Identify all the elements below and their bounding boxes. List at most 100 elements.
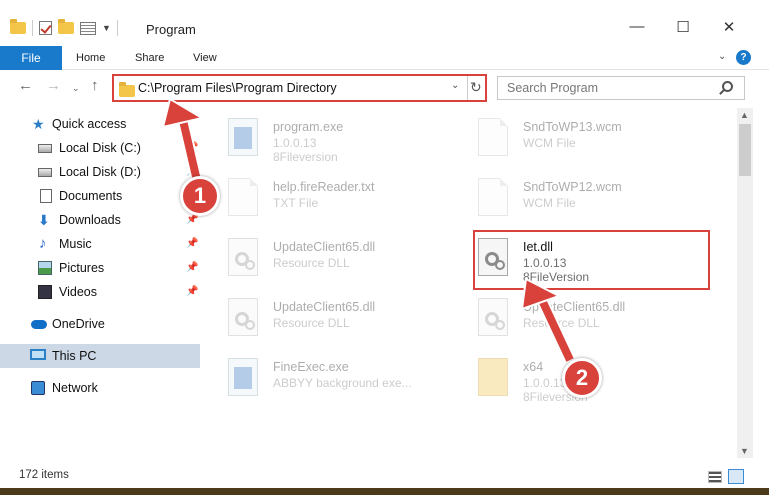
scroll-thumb[interactable] — [739, 124, 751, 176]
tab-file[interactable]: File — [0, 46, 62, 70]
tab-share[interactable]: Share — [135, 46, 164, 70]
file-item[interactable]: UpdateClient65.dll Resource DLL — [203, 232, 443, 280]
star-icon: ★ — [32, 116, 45, 132]
cloud-icon — [31, 320, 47, 329]
file-name: help.fireReader.txt — [273, 180, 375, 194]
file-item[interactable]: SndToWP13.wcm WCM File — [453, 112, 693, 160]
file-detail: TXT File — [273, 196, 319, 210]
file-detail: Resource DLL — [523, 316, 600, 330]
new-folder-icon[interactable] — [58, 19, 74, 34]
navigation-bar: ← → ⌄ ↑ C:\Program Files\Program Directo… — [0, 72, 769, 104]
file-detail: WCM File — [523, 136, 576, 150]
sidebar-item-label: Local Disk (C:) — [59, 141, 141, 155]
documents-icon — [40, 189, 52, 203]
pictures-icon — [38, 261, 52, 275]
refresh-icon[interactable]: ↻ — [470, 79, 482, 96]
minimize-button[interactable]: — — [614, 18, 660, 35]
file-detail: 1.0.0.13 — [273, 136, 317, 150]
sidebar-item-documents[interactable]: Documents 📌 — [0, 184, 200, 208]
film-icon — [38, 285, 52, 299]
scroll-down-icon[interactable]: ▼ — [740, 446, 749, 456]
sidebar-item-network[interactable]: Network — [0, 376, 200, 400]
file-detail: ABBYY background exe... — [273, 376, 412, 390]
file-name: x64 — [523, 360, 544, 374]
file-explorer-window: ▼ Program — ☐ ✕ File Home Share View ⌄ ?… — [0, 0, 769, 488]
sidebar-item-music[interactable]: ♪ Music 📌 — [0, 232, 200, 256]
pin-icon[interactable]: 📌 — [186, 262, 198, 273]
sidebar-item-label: Pictures — [59, 261, 105, 275]
customize-toolbar-icon[interactable]: ▼ — [102, 23, 111, 33]
view-options-icon[interactable] — [80, 21, 96, 35]
dll-gear-icon — [478, 298, 508, 336]
toolbar-divider — [116, 20, 118, 36]
up-button[interactable]: ↑ — [91, 77, 99, 94]
pin-icon[interactable]: 📌 — [186, 286, 198, 297]
file-name: UpdateClient65.dll — [273, 300, 376, 314]
help-icon[interactable]: ? — [736, 50, 751, 65]
file-item[interactable]: FineExec.exe ABBYY background exe... — [203, 352, 443, 400]
address-path[interactable]: C:\Program Files\Program Directory — [138, 81, 337, 95]
sidebar-item-label: Network — [52, 381, 98, 395]
tab-view[interactable]: View — [193, 46, 217, 70]
file-name: program.exe — [273, 120, 344, 134]
sidebar-item-label: Videos — [59, 285, 97, 299]
file-item[interactable]: SndToWP12.wcm WCM File — [453, 172, 693, 220]
sidebar-item-pictures[interactable]: Pictures 📌 — [0, 256, 200, 280]
sidebar-item-this-pc[interactable]: This PC — [0, 344, 200, 368]
navigation-pane: ★ Quick access Local Disk (C:) 📌 Local D… — [0, 108, 200, 458]
drive-icon — [38, 144, 52, 153]
forward-button[interactable]: → — [46, 77, 61, 94]
folder-icon — [10, 19, 26, 34]
address-divider — [467, 76, 468, 100]
large-icons-view-icon[interactable] — [728, 469, 744, 484]
search-icon[interactable] — [722, 81, 733, 92]
pin-icon[interactable]: 📌 — [186, 142, 198, 153]
properties-check-icon[interactable] — [39, 21, 52, 35]
maximize-button[interactable]: ☐ — [660, 18, 706, 36]
back-button[interactable]: ← — [18, 77, 33, 94]
exe-file-icon — [228, 358, 258, 396]
recent-locations-icon[interactable]: ⌄ — [72, 83, 80, 94]
file-item[interactable]: UpdateClient65.dll Resource DLL — [453, 292, 693, 340]
sidebar-item-quick-access[interactable]: ★ Quick access — [0, 112, 200, 136]
close-button[interactable]: ✕ — [706, 18, 752, 36]
step-callout-1: 1 — [180, 176, 220, 216]
file-name: FineExec.exe — [273, 360, 349, 374]
ribbon: File Home Share View ⌄ ? — [0, 46, 769, 70]
sidebar-item-label: OneDrive — [52, 317, 105, 331]
details-view-icon[interactable] — [708, 471, 722, 483]
vertical-scrollbar[interactable]: ▲ ▼ — [737, 108, 753, 458]
address-dropdown-icon[interactable]: ⌄ — [451, 80, 459, 91]
dll-gear-icon — [228, 298, 258, 336]
status-bar: 172 items — [0, 462, 769, 488]
tab-home[interactable]: Home — [76, 46, 105, 70]
drive-icon — [38, 168, 52, 177]
file-item[interactable]: help.fireReader.txt TXT File — [203, 172, 443, 220]
search-box[interactable]: Search Program — [497, 76, 745, 100]
sidebar-item-label: Local Disk (D:) — [59, 165, 141, 179]
sidebar-item-label: This PC — [52, 349, 97, 363]
address-bar[interactable]: C:\Program Files\Program Directory ⌄ ↻ — [112, 74, 487, 102]
step-callout-2: 2 — [562, 358, 602, 398]
expand-ribbon-icon[interactable]: ⌄ — [718, 51, 726, 62]
sidebar-item-label: Downloads — [59, 213, 121, 227]
search-input[interactable]: Search Program — [507, 81, 598, 95]
sidebar-item-onedrive[interactable]: OneDrive — [0, 312, 200, 336]
file-detail: Resource DLL — [273, 316, 350, 330]
file-detail: Resource DLL — [273, 256, 350, 270]
quick-access-toolbar: ▼ — [10, 19, 118, 36]
document-file-icon — [228, 178, 258, 216]
sidebar-item-videos[interactable]: Videos 📌 — [0, 280, 200, 304]
sidebar-item-local-disk-d[interactable]: Local Disk (D:) 📌 — [0, 160, 200, 184]
scroll-up-icon[interactable]: ▲ — [740, 110, 749, 120]
download-arrow-icon: ⬇ — [38, 212, 50, 228]
file-detail: 8Fileversion — [273, 150, 338, 164]
file-detail: 1.0.0.13 — [523, 376, 567, 390]
file-name: UpdateClient65.dll — [523, 300, 626, 314]
pin-icon[interactable]: 📌 — [186, 238, 198, 249]
file-item[interactable]: program.exe 1.0.0.13 8Fileversion — [203, 112, 443, 164]
sidebar-item-local-disk-c[interactable]: Local Disk (C:) 📌 — [0, 136, 200, 160]
file-item[interactable]: UpdateClient65.dll Resource DLL — [203, 292, 443, 340]
folder-icon — [119, 82, 135, 97]
sidebar-item-downloads[interactable]: ⬇ Downloads 📌 — [0, 208, 200, 232]
